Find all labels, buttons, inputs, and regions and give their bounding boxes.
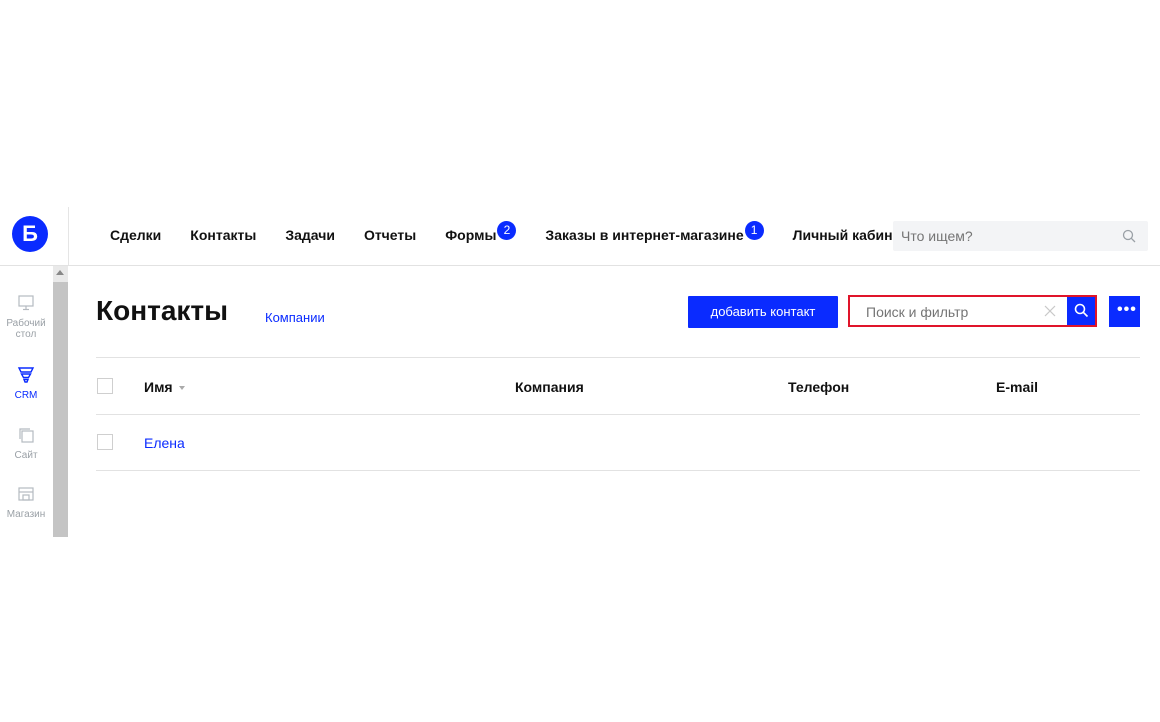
clear-icon[interactable] [1043,304,1057,323]
row-checkbox[interactable] [97,434,113,450]
search-icon[interactable] [1122,229,1136,248]
topbar-divider [68,207,69,265]
more-icon: ••• [1117,301,1137,318]
column-header-phone[interactable]: Телефон [788,379,849,395]
sidebar-item-label: Сайт [14,450,38,461]
column-header-name[interactable]: Имя [144,379,185,395]
column-header-company[interactable]: Компания [515,379,584,395]
sidebar-item-desktop[interactable]: Рабочий стол [0,294,52,340]
desktop-icon [0,294,52,315]
companies-link[interactable]: Компании [265,310,325,325]
nav-item-forms[interactable]: Формы 2 [445,221,517,246]
left-sidebar: Рабочий стол CRM Сайт Магазин [0,266,68,537]
add-contact-button[interactable]: добавить контакт [688,296,838,328]
table-header-divider [96,414,1140,415]
global-search-input[interactable] [893,221,1111,251]
sidebar-item-crm[interactable]: CRM [0,366,52,401]
more-actions-button[interactable]: ••• [1109,296,1140,327]
nav-item-reports[interactable]: Отчеты [364,227,416,243]
sort-down-icon [178,386,185,390]
page-title: Контакты [96,295,229,326]
sidebar-item-store[interactable]: Магазин [0,485,52,520]
nav-item-contacts[interactable]: Контакты [190,227,256,243]
site-icon [0,426,52,447]
orders-count-badge: 1 [744,221,764,240]
funnel-icon [0,366,52,387]
column-header-email[interactable]: E-mail [996,379,1038,395]
search-filter [848,295,1097,327]
global-search [893,221,1148,251]
nav-item-deals[interactable]: Сделки [110,227,161,243]
top-nav: Сделки Контакты Задачи Отчеты Формы 2 Зак… [110,221,936,247]
topbar-separator [0,265,1160,266]
sidebar-scrollbar-thumb[interactable] [53,282,68,537]
sidebar-item-label: CRM [14,390,38,401]
filter-input[interactable] [864,297,1038,327]
search-icon [1074,303,1089,318]
nav-item-tasks[interactable]: Задачи [285,227,335,243]
filter-search-button[interactable] [1067,297,1095,325]
scroll-up-arrow-icon[interactable] [56,270,64,275]
nav-item-orders[interactable]: Заказы в интернет-магазине 1 [545,221,764,246]
forms-count-badge: 2 [497,221,517,240]
sidebar-item-label: Рабочий стол [6,318,46,340]
contact-name-link[interactable]: Елена [144,435,185,451]
table-top-divider [96,357,1140,358]
store-icon [0,485,52,506]
bitrix-logo[interactable]: Б [12,216,48,252]
sidebar-item-label: Магазин [6,509,46,520]
sidebar-item-site[interactable]: Сайт [0,426,52,461]
table-bottom-divider [96,470,1140,471]
nav-item-account[interactable]: Личный кабинет [793,227,907,243]
select-all-checkbox[interactable] [97,378,113,394]
app-window: Б Сделки Контакты Задачи Отчеты Формы 2 З… [0,207,1160,537]
